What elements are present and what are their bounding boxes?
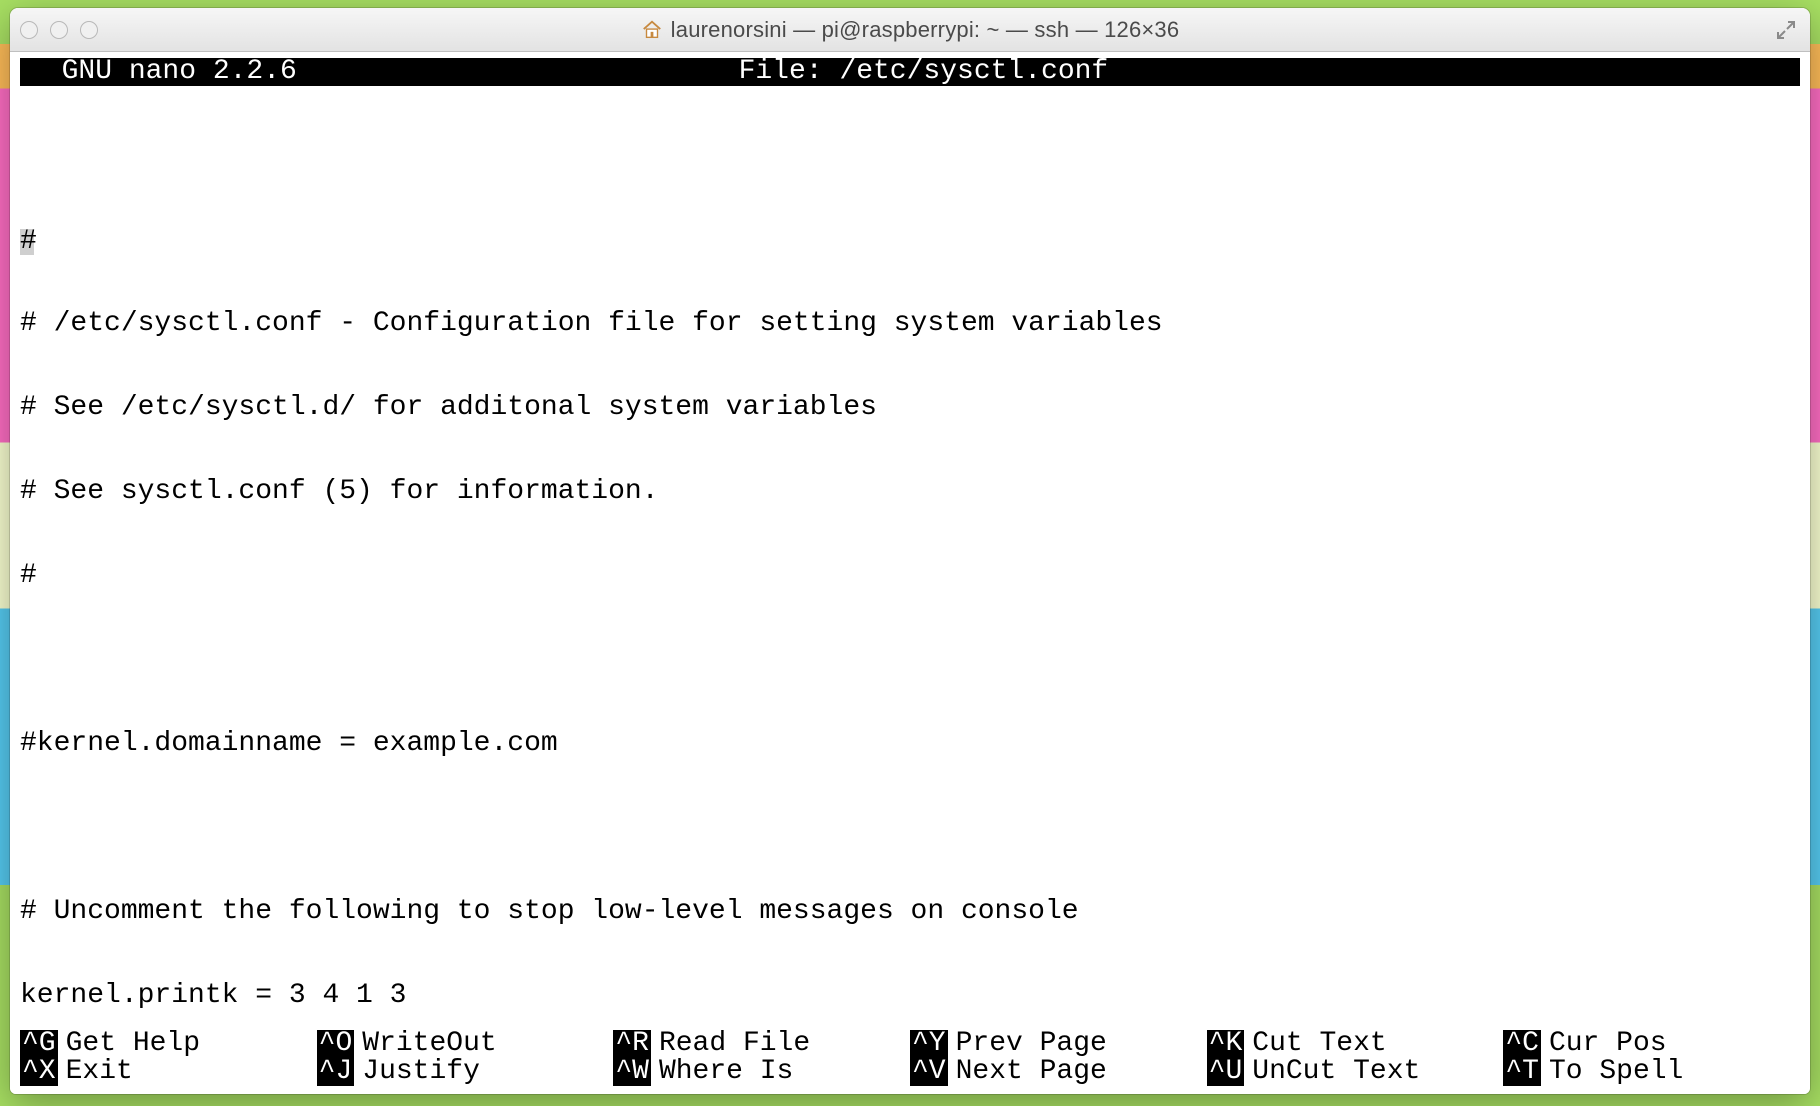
- shortcut-label: Justify: [362, 1058, 480, 1086]
- file-line: # /etc/sysctl.conf - Configuration file …: [20, 310, 1800, 338]
- zoom-window-button[interactable]: [80, 21, 98, 39]
- shortcut-justify: ^JJustify: [317, 1058, 614, 1086]
- shortcut-label: Where Is: [659, 1058, 793, 1086]
- shortcut-key: ^Y: [910, 1030, 948, 1058]
- shortcut-label: Exit: [66, 1058, 133, 1086]
- shortcut-label: To Spell: [1549, 1058, 1683, 1086]
- shortcut-key: ^J: [317, 1058, 355, 1086]
- terminal-content[interactable]: GNU nano 2.2.6 File: /etc/sysctl.conf # …: [10, 52, 1810, 1094]
- shortcut-next-page: ^V Next Page: [910, 1058, 1207, 1086]
- shortcut-where-is: ^W Where Is: [613, 1058, 910, 1086]
- shortcut-label: Next Page: [956, 1058, 1107, 1086]
- window-titlebar[interactable]: laurenorsini — pi@raspberrypi: ~ — ssh —…: [10, 8, 1810, 52]
- editor-body[interactable]: # /etc/sysctl.conf - Configuration file …: [20, 86, 1800, 1028]
- file-line: #kernel.domainname = example.com: [20, 730, 1800, 758]
- shortcut-key: ^R: [613, 1030, 651, 1058]
- nano-file-label: File: /etc/sysctl.conf: [739, 58, 1109, 86]
- home-icon: [641, 19, 663, 41]
- file-line: # See sysctl.conf (5) for information.: [20, 478, 1800, 506]
- cursor-icon: [20, 229, 34, 255]
- nano-shortcuts: ^G Get Help ^OWriteOut ^R Read File ^Y Prev…: [20, 1028, 1800, 1086]
- nano-header: GNU nano 2.2.6 File: /etc/sysctl.conf: [20, 58, 1800, 86]
- cursor-line: [20, 226, 1800, 254]
- shortcut-read-file: ^R Read File: [613, 1030, 910, 1058]
- shortcut-key: ^V: [910, 1058, 948, 1086]
- window-title: laurenorsini — pi@raspberrypi: ~ — ssh —…: [671, 17, 1180, 43]
- close-window-button[interactable]: [20, 21, 38, 39]
- file-line: # Uncomment the following to stop low-le…: [20, 898, 1800, 926]
- shortcut-writeout: ^OWriteOut: [317, 1030, 614, 1058]
- file-line: # See /etc/sysctl.d/ for additonal syste…: [20, 394, 1800, 422]
- shortcut-key: ^C: [1503, 1030, 1541, 1058]
- shortcut-key: ^G: [20, 1030, 58, 1058]
- nano-app-name: GNU nano 2.2.6: [22, 58, 319, 86]
- shortcut-key: ^O: [317, 1030, 355, 1058]
- file-line: [20, 814, 1800, 842]
- expand-icon[interactable]: [1774, 18, 1798, 42]
- shortcut-label: WriteOut: [362, 1030, 496, 1058]
- shortcut-key: ^T: [1503, 1058, 1541, 1086]
- shortcut-label: Cut Text: [1252, 1030, 1386, 1058]
- window-controls: [20, 21, 98, 39]
- nano-editor[interactable]: GNU nano 2.2.6 File: /etc/sysctl.conf # …: [20, 58, 1800, 1086]
- shortcut-uncut-text: ^UUnCut Text: [1207, 1058, 1504, 1086]
- shortcut-cut-text: ^KCut Text: [1207, 1030, 1504, 1058]
- shortcut-exit: ^X Exit: [20, 1058, 317, 1086]
- minimize-window-button[interactable]: [50, 21, 68, 39]
- file-line: [20, 646, 1800, 674]
- shortcut-key: ^K: [1207, 1030, 1245, 1058]
- shortcut-cur-pos: ^C Cur Pos: [1503, 1030, 1800, 1058]
- shortcut-label: Get Help: [66, 1030, 200, 1058]
- shortcut-label: Cur Pos: [1549, 1030, 1667, 1058]
- shortcut-key: ^W: [613, 1058, 651, 1086]
- terminal-window: laurenorsini — pi@raspberrypi: ~ — ssh —…: [10, 8, 1810, 1094]
- shortcut-label: UnCut Text: [1252, 1058, 1420, 1086]
- shortcut-label: Prev Page: [956, 1030, 1107, 1058]
- shortcut-label: Read File: [659, 1030, 810, 1058]
- shortcut-prev-page: ^Y Prev Page: [910, 1030, 1207, 1058]
- shortcut-key: ^X: [20, 1058, 58, 1086]
- shortcut-key: ^U: [1207, 1058, 1245, 1086]
- shortcut-to-spell: ^T To Spell: [1503, 1058, 1800, 1086]
- file-line: #: [20, 562, 1800, 590]
- shortcut-get-help: ^G Get Help: [20, 1030, 317, 1058]
- file-line: kernel.printk = 3 4 1 3: [20, 982, 1800, 1010]
